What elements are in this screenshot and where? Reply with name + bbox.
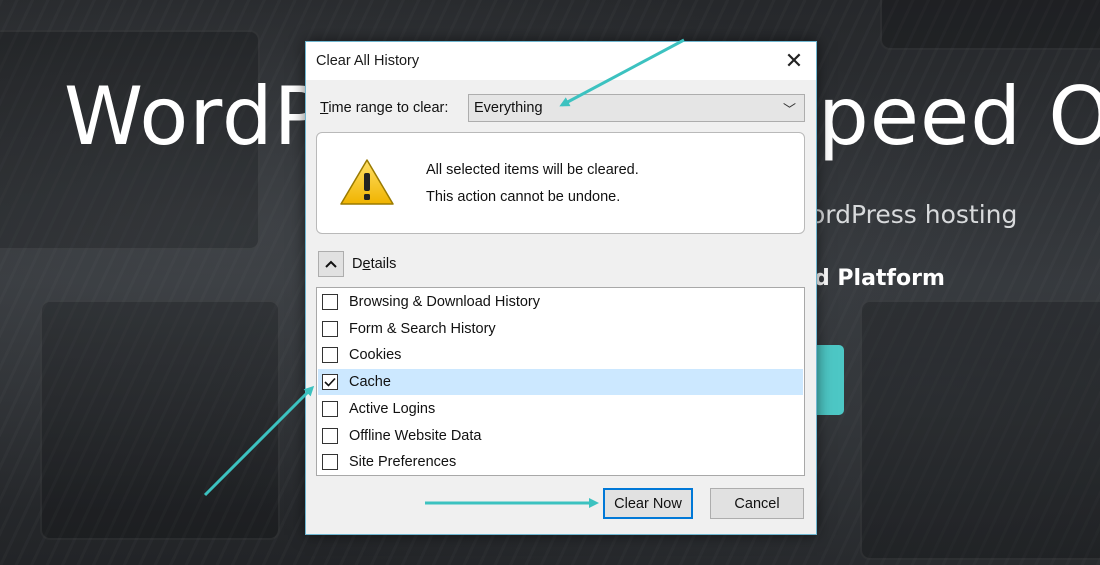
checkbox[interactable]	[322, 428, 338, 444]
close-icon[interactable]: ✕	[772, 42, 816, 80]
details-label-start: D	[352, 256, 363, 272]
time-range-select[interactable]: Everything ﹀	[468, 94, 805, 122]
list-item-label: Offline Website Data	[349, 428, 482, 444]
background-server-panel	[860, 300, 1100, 560]
warning-text-line2: This action cannot be undone.	[426, 189, 621, 205]
history-items-list: Browsing & Download History Form & Searc…	[316, 287, 805, 476]
list-item-active-logins[interactable]: Active Logins	[318, 396, 803, 422]
list-item-label: Active Logins	[349, 401, 436, 417]
checkbox[interactable]	[322, 454, 338, 470]
details-label-mnemonic: e	[362, 256, 371, 272]
clear-history-dialog: Clear All History ✕ Time range to clear:…	[305, 41, 817, 535]
clear-now-button[interactable]: Clear Now	[603, 488, 693, 519]
cancel-button[interactable]: Cancel	[710, 488, 804, 519]
hero-heading-right: peed Of	[818, 70, 1100, 163]
chevron-down-icon: ﹀	[782, 102, 796, 117]
list-item-label: Cookies	[349, 347, 402, 363]
list-item-site-preferences[interactable]: Site Preferences	[318, 449, 803, 475]
list-item-cache[interactable]: Cache	[318, 369, 803, 395]
list-item-cookies[interactable]: Cookies	[318, 342, 803, 368]
details-toggle-button[interactable]	[318, 251, 344, 277]
chevron-up-icon	[325, 260, 337, 268]
warning-triangle-icon	[340, 159, 394, 205]
list-item-label: Site Preferences	[349, 454, 457, 470]
list-item-browsing-history[interactable]: Browsing & Download History	[318, 289, 803, 315]
checkbox-checked[interactable]	[322, 374, 338, 390]
checkbox[interactable]	[322, 321, 338, 337]
list-item-label: Cache	[349, 374, 391, 390]
list-item-form-history[interactable]: Form & Search History	[318, 316, 803, 342]
checkbox[interactable]	[322, 347, 338, 363]
time-range-value: Everything	[474, 100, 543, 116]
checkbox[interactable]	[322, 294, 338, 310]
list-item-offline-data[interactable]: Offline Website Data	[318, 423, 803, 449]
time-range-label-text: ime range to clear:	[328, 100, 449, 116]
dialog-title: Clear All History	[316, 53, 420, 69]
details-label-end: tails	[370, 256, 397, 272]
list-item-label: Browsing & Download History	[349, 294, 540, 310]
hero-heading-left: WordP	[64, 70, 323, 163]
warning-panel: All selected items will be cleared. This…	[316, 132, 805, 234]
hero-tagline: d Platform	[814, 266, 945, 291]
list-item-label: Form & Search History	[349, 321, 496, 337]
checkbox[interactable]	[322, 401, 338, 417]
hero-subtitle: ordPress hosting	[810, 200, 1018, 229]
dialog-titlebar: Clear All History ✕	[306, 42, 816, 80]
details-label: Details	[352, 256, 396, 272]
checkmark-icon	[324, 377, 336, 387]
warning-text-line1: All selected items will be cleared.	[426, 162, 639, 178]
background-server-panel	[880, 0, 1100, 50]
time-range-label: Time range to clear:	[320, 100, 448, 116]
background-server-panel	[40, 300, 280, 540]
